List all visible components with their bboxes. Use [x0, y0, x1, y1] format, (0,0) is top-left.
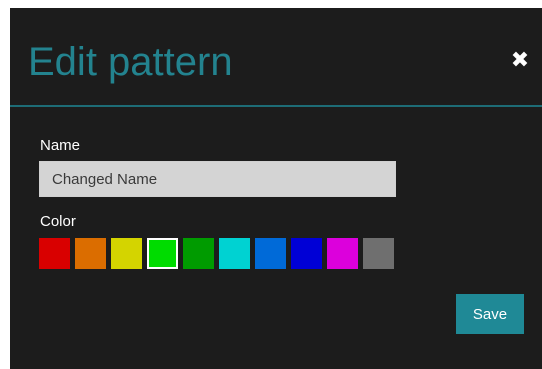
close-icon[interactable]: ✖: [510, 48, 530, 72]
color-swatch-red[interactable]: [39, 238, 70, 269]
dialog-header: Edit pattern ✖: [10, 8, 542, 106]
color-swatch-green[interactable]: [147, 238, 178, 269]
header-divider: [10, 105, 542, 107]
name-label: Name: [40, 137, 81, 154]
color-swatch-magenta[interactable]: [327, 238, 358, 269]
name-input[interactable]: [39, 161, 396, 197]
color-label: Color: [40, 213, 76, 230]
color-swatch-blue[interactable]: [291, 238, 322, 269]
color-swatch-orange[interactable]: [75, 238, 106, 269]
color-swatch-gray[interactable]: [363, 238, 394, 269]
dialog-title: Edit pattern: [28, 40, 233, 84]
edit-pattern-dialog: Edit pattern ✖ Name Color Save: [10, 8, 542, 369]
color-swatch-palette: [39, 238, 394, 270]
color-swatch-dark-green[interactable]: [183, 238, 214, 269]
color-swatch-cyan[interactable]: [219, 238, 250, 269]
color-swatch-azure[interactable]: [255, 238, 286, 269]
color-swatch-yellow[interactable]: [111, 238, 142, 269]
save-button[interactable]: Save: [456, 294, 524, 334]
